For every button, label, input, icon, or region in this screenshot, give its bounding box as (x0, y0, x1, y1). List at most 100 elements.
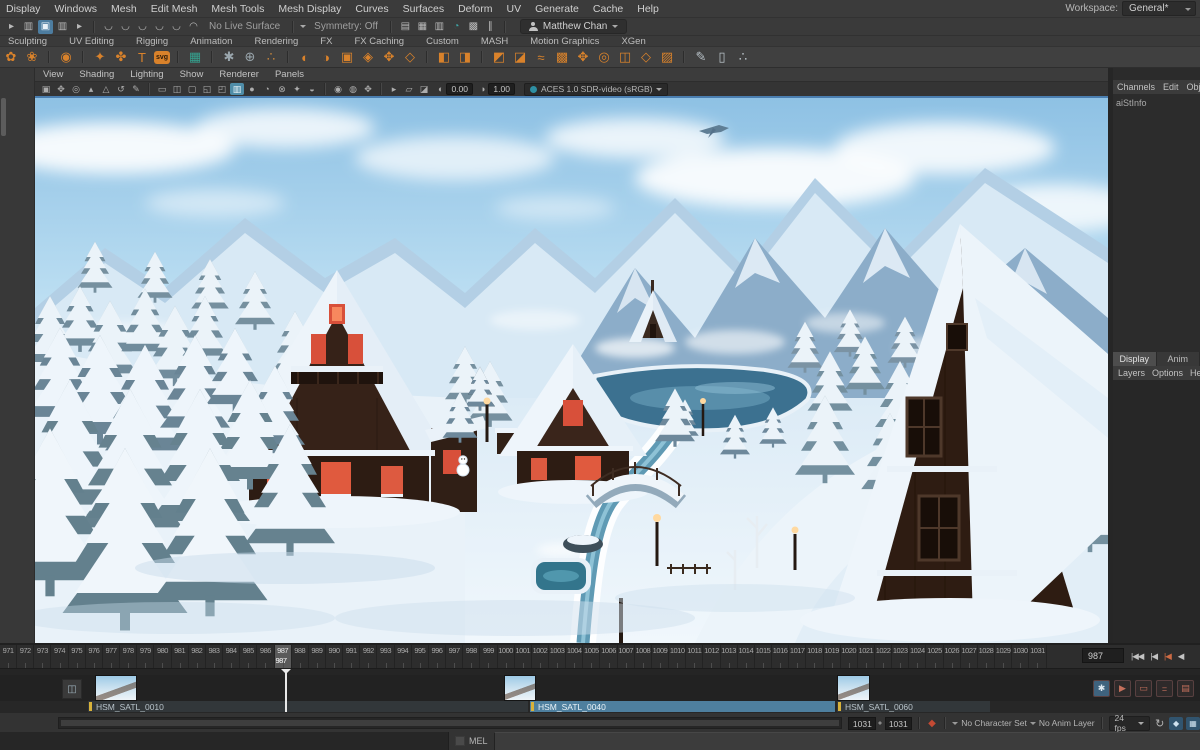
select-hierarchy-mask[interactable]: ▥ (21, 20, 36, 34)
layer-menu-item[interactable]: Layers (1118, 368, 1145, 378)
frame-tick[interactable]: 995 (412, 645, 429, 668)
snap-to-curve-magnet[interactable]: ◡ (118, 20, 133, 34)
frame-tick[interactable]: 1002 (532, 645, 549, 668)
live-surface-label[interactable]: No Live Surface (209, 21, 280, 32)
make-live-icon[interactable]: ◠ (186, 20, 201, 34)
exposure-control[interactable]: ◐ 0.00 (438, 83, 473, 95)
mash-star-icon[interactable]: ✦ (91, 48, 109, 66)
gate-mask-icon[interactable]: ▢ (185, 83, 199, 95)
frame-tick[interactable]: 1005 (583, 645, 600, 668)
menu-item[interactable]: Mesh Tools (211, 3, 264, 15)
character-set-dropdown[interactable]: No Character Set (952, 718, 1027, 728)
pause-viewport-icon[interactable]: ∥ (483, 20, 498, 34)
pencil-tool-icon[interactable]: ✎ (692, 48, 710, 66)
shot-thumbnail[interactable] (837, 675, 870, 701)
shot-clip-selected[interactable]: HSM_SATL_0040 (530, 701, 835, 712)
menu-item[interactable]: Edit Mesh (151, 3, 198, 15)
sequence-manager-button[interactable]: ▤ (1177, 680, 1194, 697)
frame-tick[interactable]: 975 (69, 645, 86, 668)
frame-tick[interactable]: 1016 (772, 645, 789, 668)
shot-hold-button[interactable]: ▭ (1135, 680, 1152, 697)
frame-tick[interactable]: 1025 (926, 645, 943, 668)
sequencer-track-lane[interactable] (0, 675, 1200, 701)
mash-visibility-icon[interactable]: ◇ (637, 48, 655, 66)
frame-tick[interactable]: 1031 (1029, 645, 1046, 668)
frame-tick[interactable]: 1014 (738, 645, 755, 668)
panel-menu-item[interactable]: Panels (275, 69, 304, 80)
frame-tick[interactable]: 993 (377, 645, 394, 668)
svg-tool-icon[interactable]: svg (154, 51, 170, 64)
playback-end-field[interactable]: 1031 (885, 717, 912, 730)
view-cube-icon[interactable]: ▣ (39, 83, 53, 95)
mash-distribute-icon[interactable]: ◐ (296, 48, 314, 66)
frame-tick[interactable]: 972 (17, 645, 34, 668)
go-to-range-start-button[interactable]: |◀◀ (1130, 649, 1144, 663)
step-back-frame-button[interactable]: |◀ (1149, 649, 1158, 663)
anim-pref-icon[interactable]: ▦ (1186, 717, 1200, 730)
frame-tick[interactable]: 984 (223, 645, 240, 668)
shelf-tab[interactable]: XGen (621, 36, 645, 47)
frame-tick[interactable]: 998 (463, 645, 480, 668)
scatter-tool-icon[interactable]: ∴ (734, 48, 752, 66)
layer-menu-item[interactable]: Options (1152, 368, 1183, 378)
frame-tick[interactable]: 1000 (498, 645, 515, 668)
frame-tick[interactable]: 980 (154, 645, 171, 668)
menu-item[interactable]: Mesh (111, 3, 137, 15)
frame-tick[interactable]: 992 (360, 645, 377, 668)
frame-tick[interactable]: 1030 (1012, 645, 1029, 668)
frame-tick[interactable]: 1007 (618, 645, 635, 668)
frame-tick[interactable]: 1015 (755, 645, 772, 668)
frame-tick[interactable]: 1018 (806, 645, 823, 668)
select-component-mask[interactable]: ▥ (55, 20, 70, 34)
frame-tick[interactable]: 1027 (961, 645, 978, 668)
panel-menu-item[interactable]: Shading (79, 69, 114, 80)
menu-item[interactable]: UV (507, 3, 522, 15)
current-time-field[interactable]: 987 (1082, 648, 1124, 663)
snap-to-point-magnet[interactable]: ◡ (135, 20, 150, 34)
mash-network-icon[interactable]: ◉ (57, 48, 75, 66)
frame-tick[interactable]: 981 (172, 645, 189, 668)
frame-tick[interactable]: 985 (240, 645, 257, 668)
spinner-arrows[interactable] (878, 719, 882, 727)
step-back-key-button[interactable]: |◀ (1163, 649, 1172, 663)
frame-tick[interactable]: 996 (429, 645, 446, 668)
frame-tick[interactable]: 1023 (892, 645, 909, 668)
depth-of-field-icon[interactable]: ✥ (361, 83, 375, 95)
snap-to-grid-magnet[interactable]: ◡ (101, 20, 116, 34)
gamma-value[interactable]: 1.00 (488, 83, 515, 95)
viewport-canvas[interactable] (35, 98, 1108, 643)
notebook-tool-icon[interactable]: ▯ (713, 48, 731, 66)
shadows-icon[interactable]: ✦ (290, 83, 304, 95)
create-ubercam-button[interactable]: ✱ (1093, 680, 1110, 697)
symmetry-dropdown[interactable]: Symmetry: Off (314, 21, 378, 32)
user-account-menu[interactable]: Matthew Chan (520, 19, 627, 34)
channel-box-menu[interactable]: Channels (1117, 82, 1155, 92)
shelf-tab[interactable]: UV Editing (69, 36, 114, 47)
shelf-tool-icon[interactable]: ✿ (2, 48, 20, 66)
channel-box-menu[interactable]: Edit (1163, 82, 1179, 92)
mash-signal-icon[interactable]: ◪ (511, 48, 529, 66)
frame-tick[interactable]: 991 (343, 645, 360, 668)
shot-thumbnail[interactable] (95, 675, 137, 701)
motion-blur-icon[interactable]: ◉ (331, 83, 345, 95)
shelf-tab[interactable]: FX (320, 36, 332, 47)
collapse-section-arrow[interactable]: ▸ (4, 20, 19, 34)
panel-menu-item[interactable]: View (43, 69, 63, 80)
frame-tick[interactable]: 976 (86, 645, 103, 668)
menu-item[interactable]: Cache (593, 3, 623, 15)
menu-item[interactable]: Help (637, 3, 659, 15)
grease-pencil-icon[interactable]: ✎ (129, 83, 143, 95)
auto-keyframe-toggle[interactable]: ◆ (926, 718, 939, 729)
animation-end-field[interactable]: 1031 (848, 717, 876, 730)
emitter-icon[interactable]: ⊕ (241, 48, 259, 66)
mash-random-icon[interactable]: ◨ (456, 48, 474, 66)
panel-menu-item[interactable]: Show (180, 69, 204, 80)
frame-tick[interactable]: 1026 (944, 645, 961, 668)
grid-node-icon[interactable]: ▦ (186, 48, 204, 66)
tumble-tool-icon[interactable]: ◎ (69, 83, 83, 95)
layer-editor-tab[interactable]: Anim (1157, 352, 1200, 366)
frame-tick[interactable]: 979 (137, 645, 154, 668)
frame-tick[interactable]: 1001 (515, 645, 532, 668)
range-slider-handle[interactable] (61, 720, 839, 726)
mash-id-icon[interactable]: ◈ (359, 48, 377, 66)
